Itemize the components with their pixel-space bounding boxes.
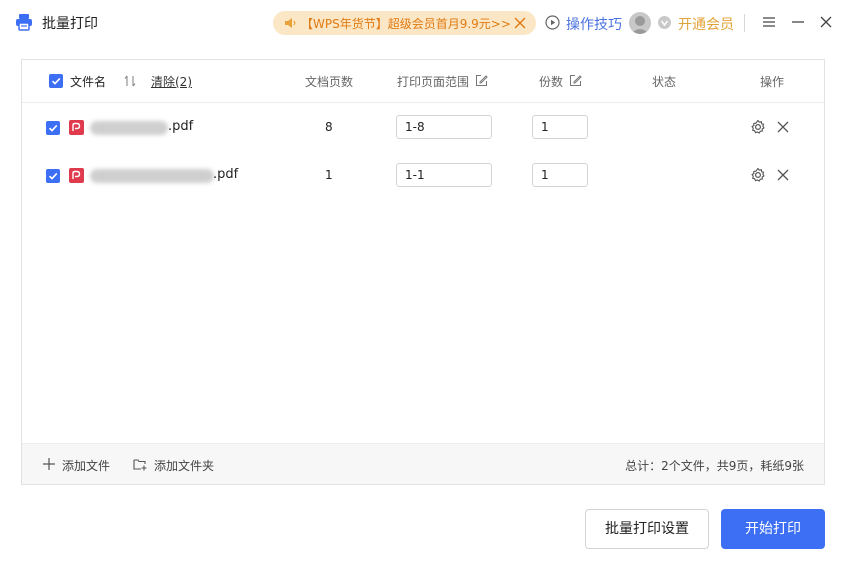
header-status: 状态	[652, 75, 677, 89]
play-circle-icon[interactable]	[545, 15, 560, 30]
header-print-range: 打印页面范围	[397, 75, 470, 89]
header-actions: 操作	[760, 75, 785, 89]
window-title: 批量打印	[42, 16, 98, 32]
header-copies: 份数	[539, 75, 564, 89]
table-row[interactable]: .pdf 1 1-1 1	[22, 151, 824, 199]
tips-link[interactable]: 操作技巧	[566, 14, 622, 34]
start-print-button[interactable]: 开始打印	[721, 509, 825, 549]
select-all-checkbox[interactable]	[49, 74, 63, 88]
vip-link[interactable]: 开通会员	[678, 14, 734, 34]
menu-icon[interactable]	[761, 14, 777, 30]
table-header: 文件名 清除(2) 文档页数 打印页面范围 份数 状态 操作	[22, 60, 824, 103]
avatar[interactable]	[629, 12, 651, 34]
row-checkbox[interactable]	[46, 169, 60, 183]
header-filename: 文件名	[70, 75, 107, 89]
copies-input[interactable]: 1	[532, 115, 588, 139]
close-window-icon[interactable]	[818, 14, 834, 30]
plus-icon[interactable]	[42, 457, 56, 471]
edit-icon[interactable]	[475, 74, 488, 87]
redacted-filename	[90, 121, 168, 135]
batch-print-settings-button[interactable]: 批量打印设置	[585, 509, 709, 549]
summary-text: 总计：2个文件，共9页，耗纸9张	[625, 459, 804, 473]
add-folder-button[interactable]: 添加文件夹	[154, 457, 214, 474]
row-checkbox[interactable]	[46, 121, 60, 135]
add-file-button[interactable]: 添加文件	[62, 457, 110, 474]
copies-input[interactable]: 1	[532, 163, 588, 187]
promo-text[interactable]: 【WPS年货节】超级会员首月9.9元>>	[301, 15, 511, 32]
clear-link[interactable]: 清除(2)	[151, 73, 192, 90]
minimize-icon[interactable]	[790, 14, 806, 30]
pdf-icon	[69, 168, 84, 183]
close-icon[interactable]	[513, 16, 527, 30]
remove-icon[interactable]	[776, 168, 790, 182]
page-count: 8	[325, 120, 333, 134]
header-page-count: 文档页数	[305, 75, 354, 89]
table-footer: 添加文件 添加文件夹 总计：2个文件，共9页，耗纸9张	[22, 443, 824, 484]
add-folder-icon[interactable]	[133, 457, 147, 471]
divider	[744, 14, 745, 32]
gear-icon[interactable]	[750, 119, 766, 135]
print-range-input[interactable]: 1-1	[396, 163, 492, 187]
gear-icon[interactable]	[750, 167, 766, 183]
pdf-icon	[69, 120, 84, 135]
vip-icon[interactable]	[657, 15, 672, 30]
page-count: 1	[325, 168, 333, 182]
print-range-input[interactable]: 1-8	[396, 115, 492, 139]
promo-banner[interactable]: 【WPS年货节】超级会员首月9.9元>>	[273, 11, 536, 35]
filename-suffix: .pdf	[213, 167, 239, 182]
sort-icon[interactable]	[123, 74, 137, 88]
filename-suffix: .pdf	[168, 119, 194, 134]
edit-icon[interactable]	[569, 74, 582, 87]
speaker-icon	[285, 18, 296, 28]
title-bar: 批量打印 【WPS年货节】超级会员首月9.9元>> 操作技巧 开通会员	[0, 0, 852, 44]
remove-icon[interactable]	[776, 120, 790, 134]
redacted-filename	[90, 169, 214, 183]
table-row[interactable]: .pdf 8 1-8 1	[22, 103, 824, 151]
file-table: 文件名 清除(2) 文档页数 打印页面范围 份数 状态 操作 .pdf 8 1-…	[21, 59, 825, 485]
printer-icon	[16, 14, 32, 31]
